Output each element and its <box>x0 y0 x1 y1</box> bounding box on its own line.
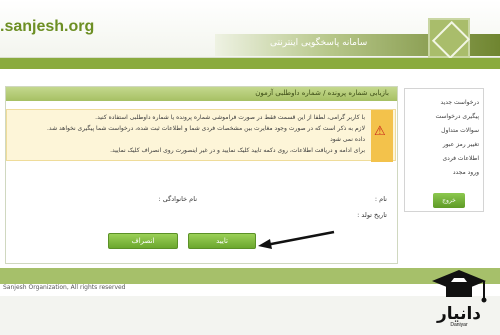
daniyar-watermark: دانیار Daniyar <box>424 268 494 330</box>
recovery-panel: بازیابی شماره پرونده / شماره داوطلبی آزم… <box>5 86 398 264</box>
warning-line: لازم به ذکر است که در صورت وجود مغایرت ب… <box>47 125 365 132</box>
sidebar-item-faq[interactable]: سوالات متداول <box>441 127 479 134</box>
footer-copyright: Sanjesh Organization, All rights reserve… <box>3 284 126 291</box>
site-url: .sanjesh.org <box>0 18 95 35</box>
sidebar-item-change-password[interactable]: تغییر رمز عبور <box>443 141 479 148</box>
panel-title: بازیابی شماره پرونده / شماره داوطلبی آزم… <box>255 89 389 97</box>
warning-line: برای ادامه و دریافت اطلاعات، روی دکمه تا… <box>110 147 365 154</box>
family-label: نام خانوادگی : <box>158 195 197 203</box>
sanjesh-logo-icon <box>428 18 470 58</box>
sidebar-item-relogin[interactable]: ورود مجدد <box>453 169 479 176</box>
header-divider-bar <box>0 58 500 69</box>
warning-icon: ⚠ <box>371 110 393 162</box>
warning-line: داده نمی شود <box>330 136 365 143</box>
warning-line: با کاربر گرامی، لطفا از این قسمت فقط در … <box>95 114 365 121</box>
exit-button[interactable]: خروج <box>433 193 465 208</box>
pointer-arrow-icon <box>258 230 335 249</box>
warning-box: ⚠ با کاربر گرامی، لطفا از این قسمت فقط د… <box>6 109 396 162</box>
birth-date-label: تاریخ تولد : <box>357 211 387 219</box>
system-title: سامانه پاسخگویی اینترنتی <box>270 38 368 48</box>
panel-header: بازیابی شماره پرونده / شماره داوطلبی آزم… <box>6 87 397 101</box>
graduation-cap-icon <box>432 270 487 303</box>
site-header: .sanjesh.org سامانه پاسخگویی اینترنتی <box>0 0 500 58</box>
sidebar-item-track-request[interactable]: پیگیری درخواست <box>436 113 479 120</box>
sidebar-menu: درخواست جدید پیگیری درخواست سوالات متداو… <box>404 88 484 212</box>
cancel-button[interactable]: انصراف <box>108 233 178 249</box>
sidebar-item-new-request[interactable]: درخواست جدید <box>440 99 479 106</box>
watermark-sub: Daniyar <box>450 322 468 328</box>
watermark-brand: دانیار <box>436 304 482 324</box>
confirm-button[interactable]: تایید <box>188 233 256 249</box>
sidebar-item-personal-info[interactable]: اطلاعات فردی <box>442 155 479 162</box>
name-label: نام : <box>374 195 387 203</box>
